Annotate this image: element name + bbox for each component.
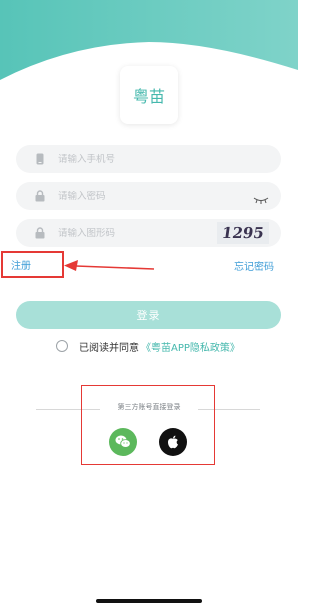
eye-closed-icon[interactable] <box>253 190 269 209</box>
wechat-icon <box>115 435 131 448</box>
third-party-label: 第三方账号直接登录 <box>100 402 198 412</box>
register-link[interactable]: 注册 <box>11 257 31 272</box>
forgot-password-link[interactable]: 忘记密码 <box>234 258 274 273</box>
lock-icon <box>34 227 46 239</box>
apple-login-button[interactable] <box>159 428 187 456</box>
agreement-text: 已阅读并同意 <box>79 342 139 354</box>
phone-icon <box>34 153 46 165</box>
app-logo-text: 粤苗 <box>132 87 165 106</box>
red-arrow-annotation <box>64 260 155 271</box>
password-field[interactable] <box>16 182 281 210</box>
app-logo: 粤苗 <box>120 66 178 124</box>
phone-input[interactable] <box>58 153 218 165</box>
captcha-field[interactable]: 1295 <box>16 219 281 247</box>
wechat-login-button[interactable] <box>109 428 137 456</box>
register-highlight-box: 注册 <box>1 251 64 278</box>
third-party-highlight-box <box>81 385 215 465</box>
login-button[interactable]: 登录 <box>16 301 281 329</box>
agreement-radio[interactable] <box>56 340 68 352</box>
password-input[interactable] <box>58 190 218 202</box>
captcha-image[interactable]: 1295 <box>217 222 269 244</box>
captcha-code: 1295 <box>220 224 266 242</box>
captcha-input[interactable] <box>58 227 218 239</box>
privacy-policy-link[interactable]: 《粤苗APP隐私政策》 <box>141 339 240 354</box>
lock-icon <box>34 190 46 202</box>
apple-icon <box>168 435 178 449</box>
home-indicator <box>96 599 202 603</box>
phone-field[interactable] <box>16 145 281 173</box>
agreement-row: 已阅读并同意 《粤苗APP隐私政策》 <box>56 338 240 354</box>
